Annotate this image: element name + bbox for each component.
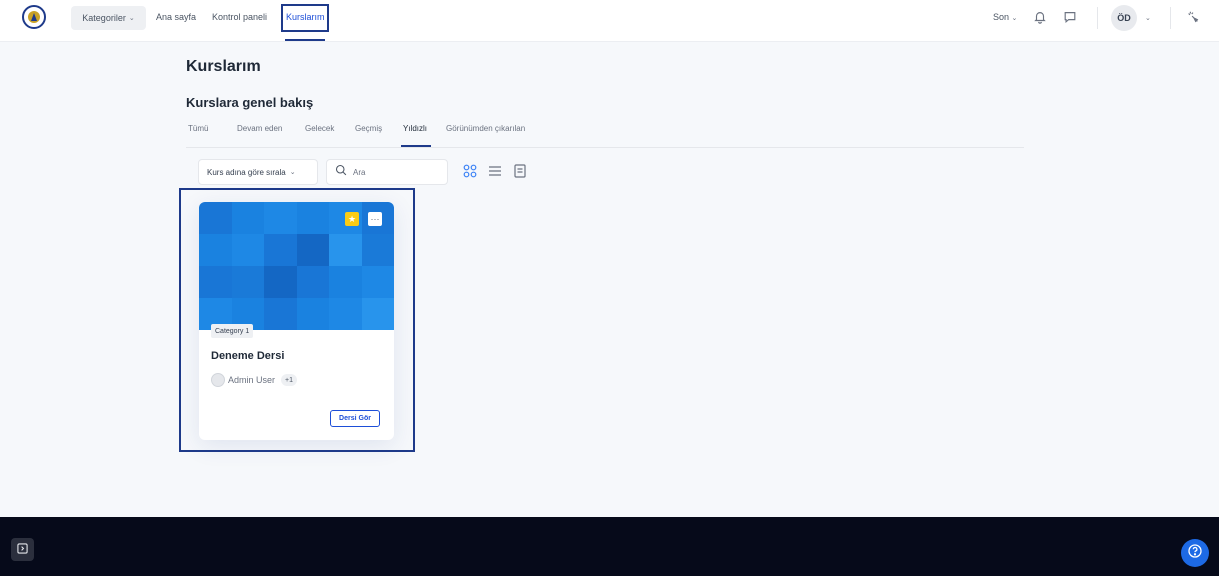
tab-hidden[interactable]: Görünümden çıkarılan bbox=[446, 124, 525, 133]
nav-divider bbox=[1170, 7, 1171, 29]
course-filter-tabs: Tümü Devam eden Gelecek Geçmiş Yıldızlı … bbox=[186, 124, 1024, 148]
help-button[interactable] bbox=[1181, 539, 1209, 567]
list-view-icon[interactable] bbox=[488, 164, 502, 178]
category-badge: Category 1 bbox=[211, 324, 254, 338]
avatar bbox=[211, 373, 225, 387]
tab-all[interactable]: Tümü bbox=[188, 124, 208, 133]
course-card[interactable]: ★ ⋯ Category 1 Deneme Dersi Admin User +… bbox=[199, 202, 394, 440]
tab-past[interactable]: Geçmiş bbox=[355, 124, 382, 133]
summary-view-icon[interactable] bbox=[513, 164, 527, 178]
chevron-down-icon: ⌄ bbox=[1145, 15, 1151, 22]
top-navbar: Kategoriler ⌄ Ana sayfa Kontrol paneli K… bbox=[0, 0, 1219, 42]
search-input[interactable] bbox=[353, 167, 433, 177]
active-nav-underline bbox=[285, 39, 325, 41]
site-logo[interactable] bbox=[22, 5, 46, 29]
page-title: Kurslarım bbox=[186, 58, 261, 75]
nav-link-home[interactable]: Ana sayfa bbox=[156, 12, 196, 22]
categories-dropdown[interactable]: Kategoriler ⌄ bbox=[71, 6, 146, 30]
language-menu[interactable]: Son ⌄ bbox=[993, 12, 1017, 22]
help-icon bbox=[1187, 543, 1203, 564]
card-view-icon[interactable] bbox=[463, 164, 477, 178]
edit-mode-icon[interactable] bbox=[1184, 8, 1202, 26]
section-title: Kurslara genel bakış bbox=[186, 95, 314, 110]
drawer-toggle-icon bbox=[17, 541, 28, 559]
nav-link-dashboard[interactable]: Kontrol paneli bbox=[212, 12, 267, 22]
search-icon bbox=[335, 163, 347, 181]
tab-in-progress[interactable]: Devam eden bbox=[237, 124, 282, 133]
tab-starred[interactable]: Yıldızlı bbox=[403, 124, 427, 133]
tab-future[interactable]: Gelecek bbox=[305, 124, 334, 133]
nav-divider bbox=[1097, 7, 1098, 29]
sort-select[interactable]: Kurs adına göre sırala ⌄ bbox=[198, 159, 318, 185]
course-name[interactable]: Deneme Dersi bbox=[211, 350, 284, 362]
language-label: Son bbox=[993, 12, 1010, 22]
course-menu-icon[interactable]: ⋯ bbox=[368, 212, 382, 226]
teacher-name: Admin User bbox=[228, 375, 276, 385]
notification-bell-icon[interactable] bbox=[1031, 8, 1049, 26]
chevron-down-icon: ⌄ bbox=[289, 169, 296, 176]
categories-label: Kategoriler bbox=[82, 13, 126, 23]
course-teachers: Admin User +1 bbox=[211, 373, 297, 387]
sort-select-label: Kurs adına göre sırala bbox=[207, 167, 286, 177]
footer bbox=[0, 517, 1219, 576]
user-menu[interactable]: ÖD ⌄ bbox=[1111, 5, 1157, 31]
view-course-button[interactable]: Dersi Gör bbox=[330, 410, 380, 427]
active-tab-underline bbox=[401, 145, 431, 147]
avatar: ÖD bbox=[1111, 5, 1137, 31]
more-teachers-badge[interactable]: +1 bbox=[281, 374, 297, 386]
search-field[interactable] bbox=[326, 159, 448, 185]
chevron-down-icon: ⌄ bbox=[1011, 15, 1018, 22]
open-drawer-button[interactable] bbox=[11, 538, 34, 561]
active-nav-highlight bbox=[281, 4, 329, 32]
course-image bbox=[199, 202, 394, 330]
star-icon[interactable]: ★ bbox=[345, 212, 359, 226]
messages-icon[interactable] bbox=[1061, 8, 1079, 26]
chevron-down-icon: ⌄ bbox=[128, 15, 135, 22]
